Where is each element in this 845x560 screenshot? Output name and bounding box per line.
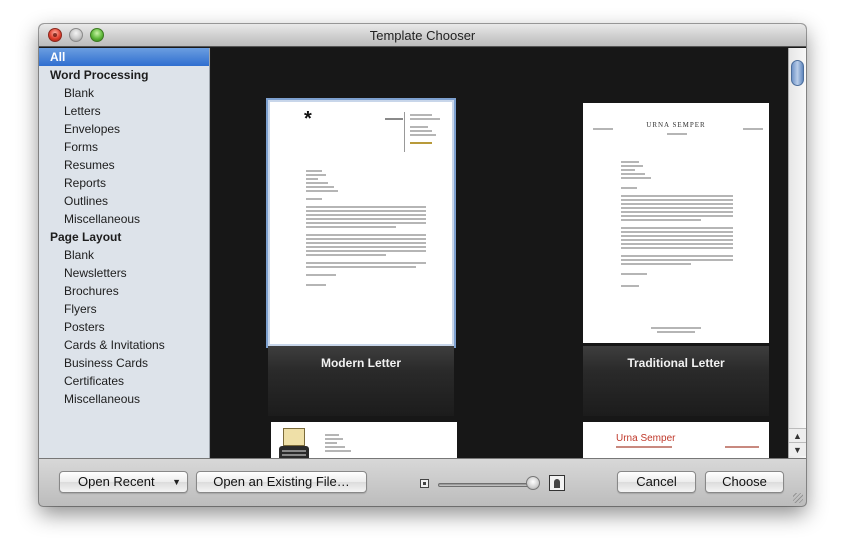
minimize-button[interactable] (69, 28, 83, 42)
sidebar-item-posters[interactable]: Posters (39, 318, 209, 336)
template-label: Modern Letter (268, 346, 454, 416)
sidebar-item-wp-miscellaneous[interactable]: Miscellaneous (39, 210, 209, 228)
sidebar-item-cards-invitations[interactable]: Cards & Invitations (39, 336, 209, 354)
sidebar-item-letters[interactable]: Letters (39, 102, 209, 120)
sidebar-item-reports[interactable]: Reports (39, 174, 209, 192)
scroll-down-arrow-icon[interactable]: ▼ (789, 442, 806, 456)
vertical-scrollbar[interactable]: ▲ ▼ (788, 48, 806, 458)
window-title: Template Chooser (369, 28, 476, 43)
sidebar-item-wp-blank[interactable]: Blank (39, 84, 209, 102)
template-gallery: * Modern Letter URNA SEMPER Traditional … (211, 48, 788, 458)
modern-letter-preview: * (266, 98, 456, 348)
scrollbar-thumb[interactable] (791, 60, 804, 86)
open-existing-file-button[interactable]: Open an Existing File… (196, 471, 367, 493)
sidebar-item-outlines[interactable]: Outlines (39, 192, 209, 210)
open-recent-label: Open Recent (78, 474, 155, 489)
zoom-slider-knob[interactable] (526, 476, 540, 490)
sidebar-item-brochures[interactable]: Brochures (39, 282, 209, 300)
sidebar-item-resumes[interactable]: Resumes (39, 156, 209, 174)
close-button[interactable] (48, 28, 62, 42)
resize-grip-icon[interactable] (793, 493, 803, 503)
asterisk-logo-icon: * (304, 108, 312, 130)
sidebar-heading-page-layout[interactable]: Page Layout (39, 228, 209, 246)
sidebar-item-business-cards[interactable]: Business Cards (39, 354, 209, 372)
sidebar-item-envelopes[interactable]: Envelopes (39, 120, 209, 138)
traditional-letterhead-name: URNA SEMPER (646, 121, 706, 129)
dropdown-arrow-icon: ▼ (172, 477, 181, 487)
open-recent-button[interactable]: Open Recent ▼ (59, 471, 188, 493)
category-sidebar: All Word Processing Blank Letters Envelo… (39, 48, 210, 458)
sidebar-item-newsletters[interactable]: Newsletters (39, 264, 209, 282)
resume-name: Urna Semper (616, 433, 676, 444)
sidebar-item-forms[interactable]: Forms (39, 138, 209, 156)
zoom-slider-track[interactable] (438, 483, 538, 487)
large-preview-icon[interactable] (549, 475, 565, 491)
choose-button[interactable]: Choose (705, 471, 784, 493)
illustrated-letter-preview (271, 422, 457, 458)
scroll-up-arrow-icon[interactable]: ▲ (789, 428, 806, 442)
template-chooser-window: Template Chooser All Word Processing Bla… (39, 24, 806, 506)
traditional-letter-preview: URNA SEMPER (583, 103, 769, 343)
small-preview-icon[interactable] (420, 479, 429, 488)
sidebar-heading-word-processing[interactable]: Word Processing (39, 66, 209, 84)
sidebar-item-pl-blank[interactable]: Blank (39, 246, 209, 264)
bottom-toolbar: Open Recent ▼ Open an Existing File… Can… (39, 458, 806, 506)
zoom-button[interactable] (90, 28, 104, 42)
sidebar-item-pl-miscellaneous[interactable]: Miscellaneous (39, 390, 209, 408)
sidebar-item-certificates[interactable]: Certificates (39, 372, 209, 390)
title-bar[interactable]: Template Chooser (39, 24, 806, 47)
template-label: Traditional Letter (583, 346, 769, 416)
resume-preview: Urna Semper (583, 422, 769, 458)
sidebar-item-all[interactable]: All (39, 48, 209, 66)
cancel-button[interactable]: Cancel (617, 471, 696, 493)
sidebar-item-flyers[interactable]: Flyers (39, 300, 209, 318)
typewriter-illustration-icon (277, 428, 311, 458)
